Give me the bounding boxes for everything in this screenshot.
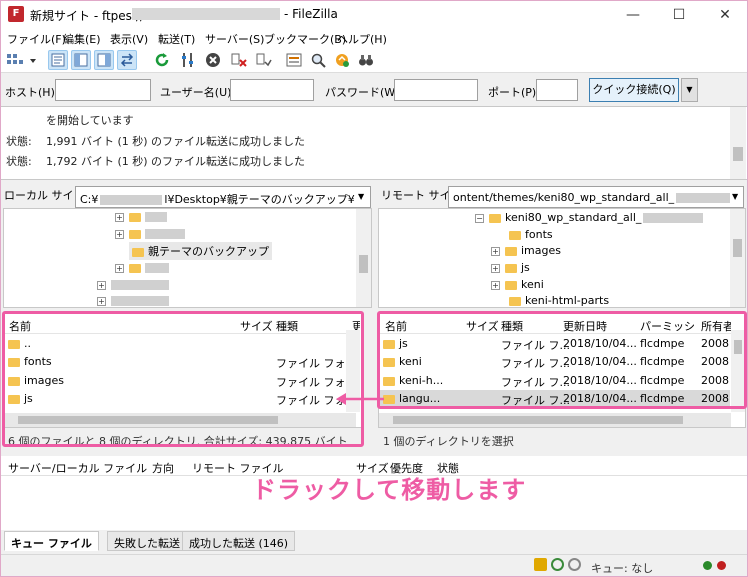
remote-tree-node[interactable]: + images <box>491 244 561 257</box>
disconnect-icon[interactable] <box>229 50 249 70</box>
redacted-host <box>132 8 280 20</box>
close-button[interactable]: ✕ <box>702 1 748 29</box>
cancel-operation-icon[interactable] <box>203 50 223 70</box>
folder-icon <box>505 263 517 273</box>
username-input[interactable] <box>230 79 314 101</box>
folder-icon <box>129 229 141 239</box>
site-manager-icon[interactable] <box>4 50 38 70</box>
redacted-theme-suffix <box>676 193 731 203</box>
receive-led-icon <box>703 561 712 570</box>
local-tree-node[interactable]: + <box>97 294 169 307</box>
password-label: パスワード(W): <box>325 86 404 99</box>
local-tree-node-selected[interactable]: 親テーマのバックアップ <box>129 242 272 260</box>
synchronized-browsing-icon[interactable] <box>332 50 352 70</box>
queue-column-server-file[interactable]: サーバー/ローカル ファイル <box>8 460 147 476</box>
menu-view[interactable]: 表示(V) <box>110 31 148 47</box>
settings-gear-icon[interactable] <box>551 558 564 571</box>
remote-path-combo[interactable]: ontent/themes/keni80_wp_standard_all_ <box>448 186 744 208</box>
search-remote-files-icon[interactable] <box>356 50 376 70</box>
remote-status-text: 1 個のディレクトリを選択 <box>383 435 514 448</box>
remote-highlight-box <box>377 311 747 409</box>
local-tree-node[interactable]: + <box>115 261 169 274</box>
folder-icon <box>489 213 501 223</box>
drag-instruction-annotation: ドラックして移動します <box>252 476 527 504</box>
folder-icon <box>505 280 517 290</box>
toggle-queue-icon[interactable] <box>117 50 137 70</box>
window-app-name: - FileZilla <box>284 7 338 21</box>
folder-icon <box>132 247 144 257</box>
host-label: ホスト(H): <box>5 86 59 99</box>
remote-list-hscrollbar[interactable] <box>379 413 731 427</box>
local-highlight-box <box>2 311 364 447</box>
window-title: 新規サイト - ftpes:// <box>30 9 145 23</box>
remote-path-dropdown-icon[interactable]: ▼ <box>732 192 738 201</box>
refresh-icon[interactable] <box>152 50 172 70</box>
quickconnect-dropdown-icon[interactable]: ▼ <box>681 78 698 102</box>
tab-failed-transfers[interactable]: 失敗した転送 <box>107 531 187 551</box>
folder-icon <box>129 263 141 273</box>
remote-tree-node[interactable]: + keni <box>491 278 544 291</box>
log-line: を開始しています <box>46 114 134 127</box>
queue-status-text: キュー: なし <box>591 562 654 575</box>
log-line: 状態: 1,792 バイト (1 秒) のファイル転送に成功しました <box>6 155 306 168</box>
password-input[interactable] <box>394 79 478 101</box>
local-tree-node[interactable]: + <box>97 278 169 291</box>
tab-queued-files[interactable]: キュー ファイル <box>4 531 99 551</box>
local-path-dropdown-icon[interactable]: ▼ <box>358 192 364 201</box>
folder-icon <box>509 296 521 306</box>
reconnect-icon[interactable] <box>254 50 274 70</box>
local-tree-scrollbar[interactable] <box>356 209 371 307</box>
local-tree-node[interactable]: + <box>115 210 167 223</box>
remote-tree-node[interactable]: + js <box>491 261 530 274</box>
quickconnect-button[interactable]: クイック接続(Q) <box>589 78 679 102</box>
minimize-button[interactable]: — <box>610 1 656 29</box>
menu-server[interactable]: サーバー(S) <box>205 31 264 47</box>
local-tree-node[interactable]: + <box>115 227 185 240</box>
filezilla-app-icon: F <box>8 6 24 22</box>
menu-transfer[interactable]: 転送(T) <box>158 31 195 47</box>
folder-icon <box>129 212 141 222</box>
remote-tree-scrollbar[interactable] <box>730 209 745 307</box>
toggle-remote-tree-icon[interactable] <box>94 50 114 70</box>
host-input[interactable] <box>55 79 151 101</box>
redacted-username <box>100 195 163 205</box>
folder-icon <box>505 246 517 256</box>
port-input[interactable] <box>536 79 578 101</box>
remote-tree-node[interactable]: − keni80_wp_standard_all_ <box>475 211 704 224</box>
queue-column-direction[interactable]: 方向 <box>152 460 174 476</box>
lock-icon <box>534 558 547 571</box>
local-path-combo[interactable]: C:¥ l¥Desktop¥親テーマのバックアップ¥ <box>75 186 371 208</box>
remote-tree-node[interactable]: fonts <box>509 228 553 241</box>
maximize-button[interactable]: ☐ <box>656 1 702 29</box>
menu-file[interactable]: ファイル(F) <box>7 31 66 47</box>
menu-bookmarks[interactable]: ブックマーク(B) <box>264 31 346 47</box>
remote-tree-node[interactable]: keni-html-parts <box>509 294 609 307</box>
username-label: ユーザー名(U): <box>160 86 236 99</box>
send-led-icon <box>717 561 726 570</box>
toggle-local-tree-icon[interactable] <box>71 50 91 70</box>
log-scrollbar[interactable] <box>730 107 746 179</box>
drag-arrow-icon <box>336 393 384 405</box>
folder-icon <box>509 230 521 240</box>
compare-directories-icon[interactable] <box>308 50 328 70</box>
menu-help[interactable]: ヘルプ(H) <box>337 31 387 47</box>
log-line: 状態: 1,991 バイト (1 秒) のファイル転送に成功しました <box>6 135 306 148</box>
process-queue-icon[interactable] <box>178 50 198 70</box>
toggle-message-log-icon[interactable] <box>48 50 68 70</box>
menu-edit[interactable]: 編集(E) <box>63 31 101 47</box>
speed-limit-icon[interactable] <box>568 558 581 571</box>
tab-successful-transfers[interactable]: 成功した転送 (146) <box>182 531 296 551</box>
directory-listing-filter-icon[interactable] <box>284 50 304 70</box>
port-label: ポート(P): <box>488 86 540 99</box>
